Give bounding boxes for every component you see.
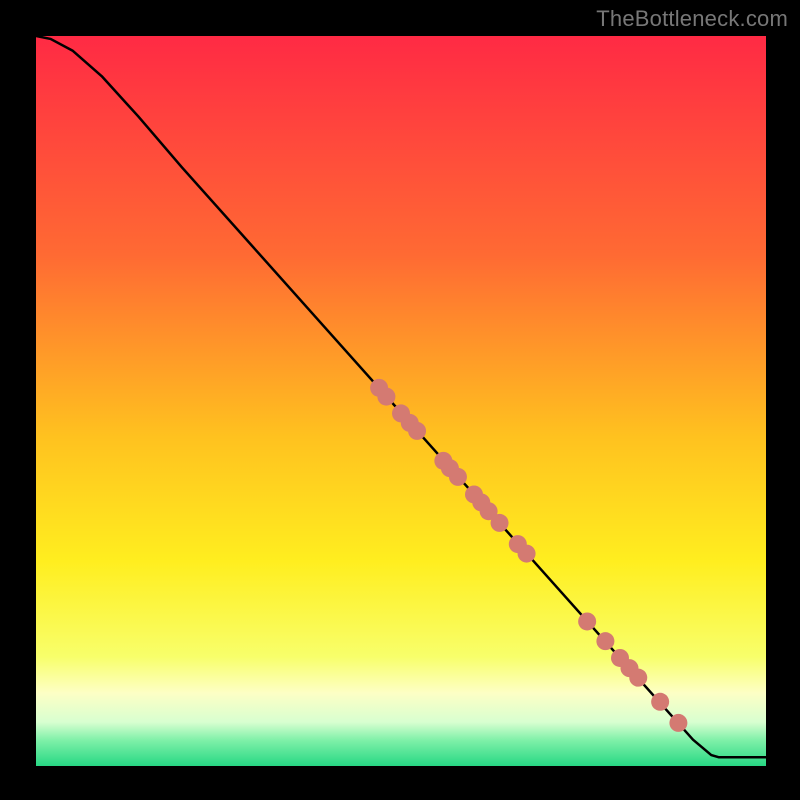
chart-stage: TheBottleneck.com [0, 0, 800, 800]
data-marker [518, 545, 536, 563]
data-marker [449, 468, 467, 486]
data-marker [629, 669, 647, 687]
data-marker [669, 714, 687, 732]
data-marker [578, 612, 596, 630]
data-marker [408, 422, 426, 440]
data-marker [651, 693, 669, 711]
watermark-text: TheBottleneck.com [596, 6, 788, 32]
data-marker [596, 632, 614, 650]
chart-plot [36, 36, 766, 766]
data-marker [377, 388, 395, 406]
data-marker [491, 514, 509, 532]
plot-background [36, 36, 766, 766]
